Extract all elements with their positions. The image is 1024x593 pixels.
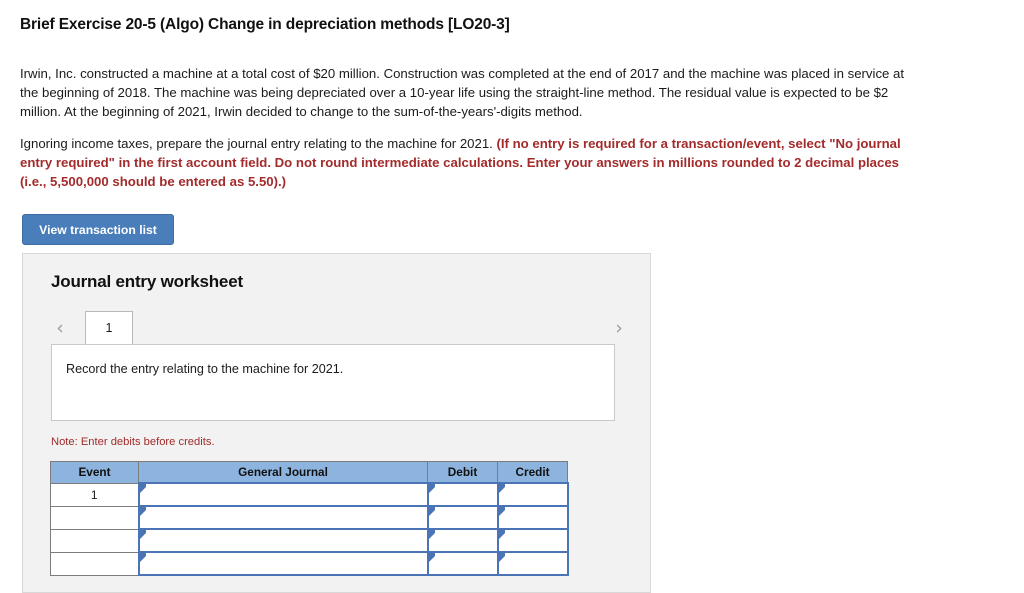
column-header-event: Event	[50, 461, 139, 484]
table-header-row: Event General Journal Debit Credit	[50, 461, 568, 484]
table-row	[50, 551, 569, 576]
general-journal-input-cell[interactable]	[137, 482, 429, 507]
instructions-lead-text: Ignoring income taxes, prepare the journ…	[20, 136, 497, 151]
problem-statement-paragraph: Irwin, Inc. constructed a machine at a t…	[20, 66, 905, 119]
transaction-description-box: Record the entry relating to the machine…	[51, 344, 615, 421]
credit-input-cell[interactable]	[496, 551, 569, 576]
chevron-right-icon[interactable]: ›	[608, 316, 630, 340]
worksheet-tab-strip: ‹ 1 ›	[23, 311, 652, 345]
credit-input[interactable]	[498, 484, 567, 505]
debit-input-cell[interactable]	[426, 505, 499, 530]
event-cell: 1	[50, 482, 139, 507]
credit-input[interactable]	[498, 530, 567, 551]
debit-input[interactable]	[428, 484, 497, 505]
debit-input[interactable]	[428, 530, 497, 551]
general-journal-input-cell[interactable]	[137, 528, 429, 553]
journal-entry-table: Event General Journal Debit Credit 1	[50, 461, 569, 576]
general-journal-input[interactable]	[139, 507, 427, 528]
event-cell	[50, 528, 139, 553]
debit-input[interactable]	[428, 507, 497, 528]
credit-input[interactable]	[498, 553, 567, 574]
debit-input-cell[interactable]	[426, 528, 499, 553]
debit-input[interactable]	[428, 553, 497, 574]
general-journal-input-cell[interactable]	[137, 505, 429, 530]
table-row	[50, 528, 569, 553]
column-header-general-journal: General Journal	[138, 461, 428, 484]
column-header-debit: Debit	[427, 461, 498, 484]
debit-input-cell[interactable]	[426, 551, 499, 576]
page-title: Brief Exercise 20-5 (Algo) Change in dep…	[20, 16, 510, 33]
transaction-description-text: Record the entry relating to the machine…	[66, 362, 344, 376]
credit-input-cell[interactable]	[496, 528, 569, 553]
credit-input-cell[interactable]	[496, 505, 569, 530]
general-journal-input[interactable]	[139, 553, 427, 574]
general-journal-input[interactable]	[139, 484, 427, 505]
event-cell	[50, 505, 139, 530]
worksheet-tab-1[interactable]: 1	[85, 311, 133, 344]
event-cell	[50, 551, 139, 576]
table-row: 1	[50, 482, 569, 507]
instructions-paragraph: Ignoring income taxes, prepare the journ…	[20, 134, 906, 191]
debit-input-cell[interactable]	[426, 482, 499, 507]
journal-entry-worksheet-panel: Journal entry worksheet ‹ 1 › Record the…	[22, 253, 651, 593]
credit-input-cell[interactable]	[496, 482, 569, 507]
worksheet-title: Journal entry worksheet	[51, 272, 243, 291]
general-journal-input-cell[interactable]	[137, 551, 429, 576]
view-transaction-list-button[interactable]: View transaction list	[22, 214, 174, 245]
general-journal-input[interactable]	[139, 530, 427, 551]
debits-before-credits-note: Note: Enter debits before credits.	[51, 436, 215, 448]
chevron-left-icon[interactable]: ‹	[49, 316, 71, 340]
column-header-credit: Credit	[497, 461, 568, 484]
credit-input[interactable]	[498, 507, 567, 528]
table-row	[50, 505, 569, 530]
